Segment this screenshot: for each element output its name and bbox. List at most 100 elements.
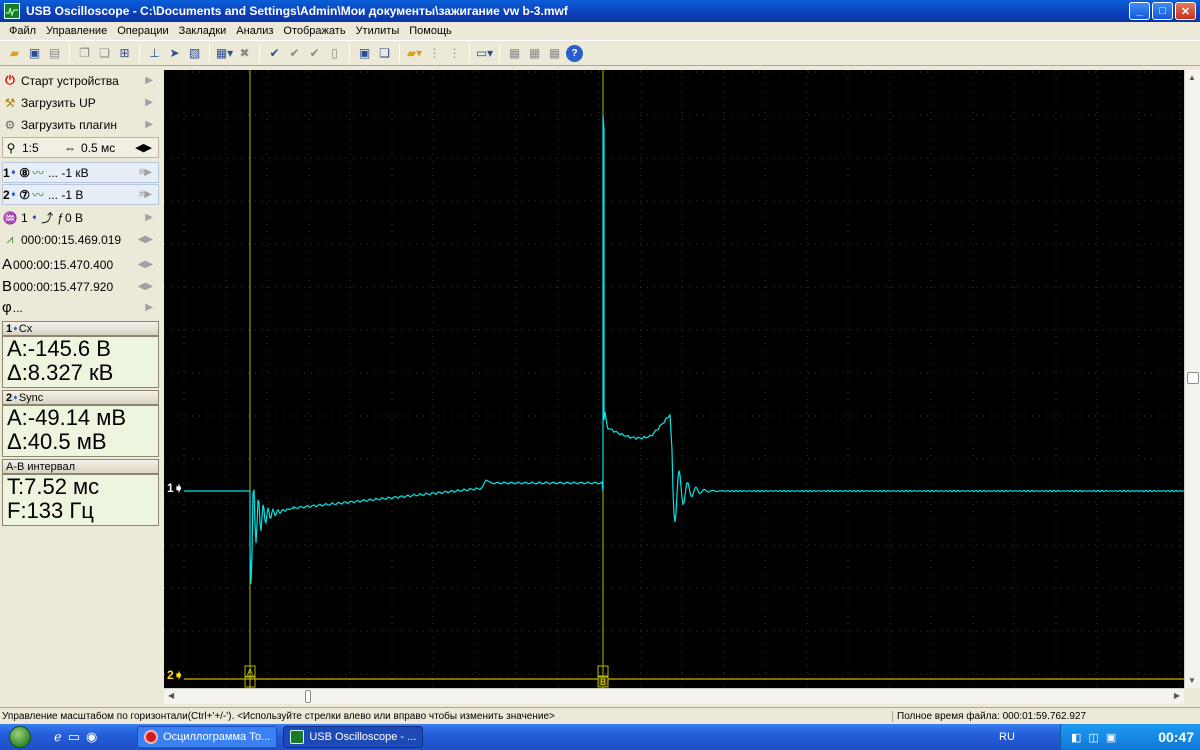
check2-icon[interactable]: ✔ [286,45,303,62]
zoom-value: 1:5 [22,140,39,155]
measure-icon[interactable]: ▧ [186,45,203,62]
menu-file[interactable]: Файл [4,25,41,37]
cursor-a-row[interactable]: A 000:00:15.470.400 ◀▶ [2,254,159,275]
channel1-marker-label: 1 [167,481,174,495]
circled-8-icon: ⑧ [19,165,30,180]
copy-icon[interactable]: ❐ [76,45,93,62]
menu-utilities[interactable]: Утилиты [351,25,405,37]
load-up-row[interactable]: ⚒ Загрузить UP ▶ [2,92,159,113]
tray-icons[interactable]: ◧ ◫ ▣ [1071,731,1118,744]
tool1-icon[interactable]: ▦ [506,45,523,62]
start-device-label: Старт устройства [21,73,119,88]
horizontal-scrollbar[interactable]: ◀ ▶ [164,688,1184,704]
zoom-row[interactable]: ⚲ 1:5 ⇔ 0.5 мс ◀▶ [2,137,159,158]
measure3-header[interactable]: A-B интервал [2,459,159,474]
desktop-icon[interactable]: ▭ [68,729,80,745]
channel2-number: 2 [3,187,10,202]
marker-icon[interactable]: ➤ [166,45,183,62]
trigger-mode-icon: ♒ [2,210,18,225]
trigger-edge-icon: ⤴ [41,211,54,225]
title-bar: USB Oscilloscope - C:\Documents and Sett… [0,0,1200,22]
start-device-row[interactable]: ⏻ Старт устройства ▶ [2,70,159,91]
print-icon[interactable]: ▤ [46,45,63,62]
power-icon: ⏻ [5,73,15,87]
phase-value: ... [12,300,23,315]
oscilloscope-screen[interactable]: 1➧ 2➧ A B [164,70,1184,688]
scale-icon[interactable]: ⊞ [116,45,133,62]
paste-icon[interactable]: ❏ [96,45,113,62]
app-icon [4,3,20,19]
vertical-scroll-thumb[interactable] [1187,372,1199,384]
load-up-icon: ⚒ [4,95,16,110]
menu-operations[interactable]: Операции [112,25,173,37]
taskbar-opera[interactable]: Осциллограмма То... [137,726,278,748]
phase-row[interactable]: φ ... ▶ [2,297,159,318]
vertical-scrollbar[interactable]: ▲ ▼ [1184,70,1200,688]
maximize-button[interactable]: □ [1152,2,1173,20]
measure1-title: Cx [18,322,33,335]
menu-control[interactable]: Управление [41,25,112,37]
check3-icon[interactable]: ✔ [306,45,323,62]
system-tray: RU ◧ ◫ ▣ 00:47 [999,724,1200,750]
taskbar-oscilloscope-label: USB Oscilloscope - ... [309,731,417,743]
cursor-b-time: 000:00:15.477.920 [13,279,114,294]
menu-bookmarks[interactable]: Закладки [174,25,232,37]
save-icon[interactable]: ▣ [26,45,43,62]
close-button[interactable]: ✕ [1175,2,1196,20]
compare-icon[interactable]: ❏ [376,45,393,62]
doc-icon[interactable]: ▯ [326,45,343,62]
control-panel: ⏻ Старт устройства ▶ ⚒ Загрузить UP ▶ ⚙ … [0,68,162,708]
step2-icon[interactable]: ⋮ [446,45,463,62]
delete-icon[interactable]: ✖ [236,45,253,62]
channel2-marker[interactable]: 2➧ [167,668,184,682]
load-plugin-label: Загрузить плагин [21,117,118,132]
plugin-icon: ⚙ [4,117,16,132]
measure2-title: Sync [18,391,44,404]
folder-icon[interactable]: ▰▾ [406,45,423,62]
channel1-marker[interactable]: 1➧ [167,481,184,495]
step-icon[interactable]: ⋮ [426,45,443,62]
measure2-header[interactable]: 2 ➧ Sync [2,390,159,405]
oscilloscope-icon [290,730,305,744]
measure3-frequency: F:133 Гц [7,498,94,523]
wave-icon: 〰 [32,188,45,202]
cursor-b-row[interactable]: B 000:00:15.477.920 ◀▶ [2,276,159,297]
status-file-time: Полное время файла: 000:01:59.762.927 [892,710,1086,722]
window-icon[interactable]: ▭▾ [476,45,493,62]
dropdown-icon[interactable]: ▦▾ [216,45,233,62]
waveform-canvas[interactable]: 1➧ 2➧ A B [164,70,1184,688]
snapshot-icon[interactable]: ▣ [356,45,373,62]
trigger-row[interactable]: ♒ 1 ➧ ⤴ ƒ 0 В ▶ [2,207,159,228]
channel2-row[interactable]: 2 ➧ ⑦ 〰 ... -1 В #▶ [2,184,159,205]
measure1-delta: Δ:8.327 кВ [7,360,114,385]
minimize-button[interactable]: _ [1129,2,1150,20]
start-button[interactable] [0,724,40,750]
open-icon[interactable]: ▰ [6,45,23,62]
tool2-icon[interactable]: ▦ [526,45,543,62]
zoom-icon: ⚲ [6,140,16,155]
language-indicator[interactable]: RU [999,731,1015,743]
menu-display[interactable]: Отображать [278,25,350,37]
menu-help[interactable]: Помощь [404,25,457,37]
status-hint: Управление масштабом по горизонтали(Ctrl… [2,710,555,722]
trigger-time-row[interactable]: ⩘ 000:00:15.469.019 ◀▶ [2,229,159,250]
measure1-header[interactable]: 1 ➧ Cx [2,321,159,336]
horizontal-scroll-thumb[interactable] [305,690,311,703]
taskbar-oscilloscope[interactable]: USB Oscilloscope - ... [283,726,424,748]
window-title: USB Oscilloscope - C:\Documents and Sett… [26,4,568,18]
measure2-box: А:-49.14 мВ Δ:40.5 мВ [2,405,159,457]
cursor-a-time: 000:00:15.470.400 [13,257,114,272]
menu-analysis[interactable]: Анализ [231,25,278,37]
measure3-title: A-B интервал [6,460,76,473]
channel1-row[interactable]: 1 ➧ ⑧ 〰 ... -1 кВ #▶ [2,162,159,183]
media-icon[interactable]: ◉ [86,729,97,745]
ie-icon[interactable]: ℯ [54,729,62,745]
taskbar: ℯ ▭ ◉ Осциллограмма То... USB Oscillosco… [0,724,1200,750]
tool3-icon[interactable]: ▦ [546,45,563,62]
help-icon[interactable]: ? [566,44,583,62]
load-plugin-row[interactable]: ⚙ Загрузить плагин ▶ [2,114,159,135]
trigger-icon[interactable]: ⊥ [146,45,163,62]
channel2-scale: ... -1 В [48,187,84,202]
measure2-delta: Δ:40.5 мВ [7,429,107,454]
check-icon[interactable]: ✔ [266,45,283,62]
